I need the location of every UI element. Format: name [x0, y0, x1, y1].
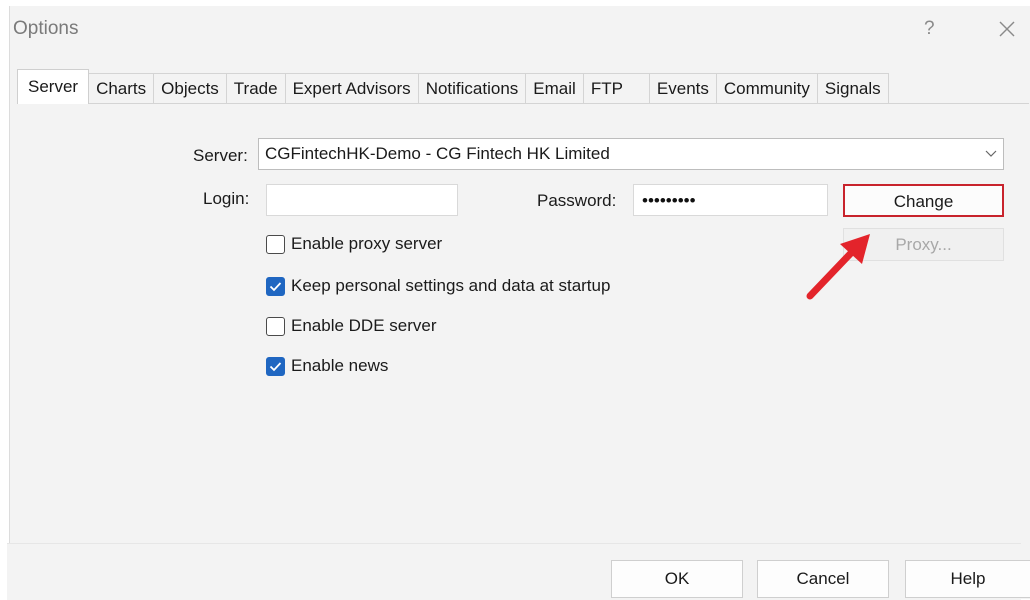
change-button[interactable]: Change — [843, 184, 1004, 217]
login-label: Login: — [203, 189, 250, 208]
password-value: ••••••••• — [642, 191, 696, 210]
checkbox-box[interactable] — [266, 234, 285, 254]
enable-dde-checkbox[interactable]: Enable DDE server — [266, 316, 437, 336]
checkbox-label: Enable proxy server — [291, 234, 443, 253]
tab-charts[interactable]: Charts — [88, 73, 155, 104]
keep-personal-settings-checkbox[interactable]: Keep personal settings and data at start… — [266, 276, 610, 296]
server-tab-panel — [17, 103, 1029, 550]
server-label: Server: — [193, 146, 248, 165]
tab-bar: Server Charts Objects Trade Expert Advis… — [17, 69, 889, 104]
checkbox-box[interactable] — [266, 356, 285, 376]
close-icon[interactable] — [996, 18, 1018, 40]
enable-proxy-checkbox[interactable]: Enable proxy server — [266, 234, 442, 254]
checkbox-label: Keep personal settings and data at start… — [291, 276, 611, 295]
enable-news-checkbox[interactable]: Enable news — [266, 356, 388, 376]
tab-objects[interactable]: Objects — [153, 73, 227, 104]
tab-events[interactable]: Events — [648, 73, 717, 104]
checkbox-label: Enable news — [291, 356, 389, 375]
password-input[interactable]: ••••••••• — [633, 184, 828, 216]
tab-trade[interactable]: Trade — [225, 73, 286, 104]
tab-expert-advisors[interactable]: Expert Advisors — [284, 73, 419, 104]
check-icon — [269, 281, 282, 291]
tab-community[interactable]: Community — [715, 73, 818, 104]
checkbox-box[interactable] — [266, 276, 285, 296]
checkbox-box[interactable] — [266, 316, 285, 336]
help-button[interactable]: Help — [905, 560, 1030, 598]
server-value: CGFintechHK-Demo - CG Fintech HK Limited — [265, 144, 610, 163]
tab-email[interactable]: Email — [525, 73, 584, 104]
login-input[interactable] — [266, 184, 458, 216]
checkbox-label: Enable DDE server — [291, 316, 437, 335]
tab-server[interactable]: Server — [17, 69, 90, 104]
arrow-annotation — [806, 234, 870, 300]
help-icon[interactable]: ? — [924, 18, 935, 40]
ok-button[interactable]: OK — [611, 560, 743, 598]
tab-signals[interactable]: Signals — [816, 73, 889, 104]
chevron-down-icon — [985, 150, 997, 157]
cancel-button[interactable]: Cancel — [757, 560, 889, 598]
dialog-title: Options — [13, 18, 79, 39]
tab-ftp[interactable]: FTP — [582, 73, 650, 104]
password-label: Password: — [537, 191, 617, 210]
tab-notifications[interactable]: Notifications — [417, 73, 527, 104]
check-icon — [269, 361, 282, 371]
server-select[interactable]: CGFintechHK-Demo - CG Fintech HK Limited — [258, 138, 1004, 170]
